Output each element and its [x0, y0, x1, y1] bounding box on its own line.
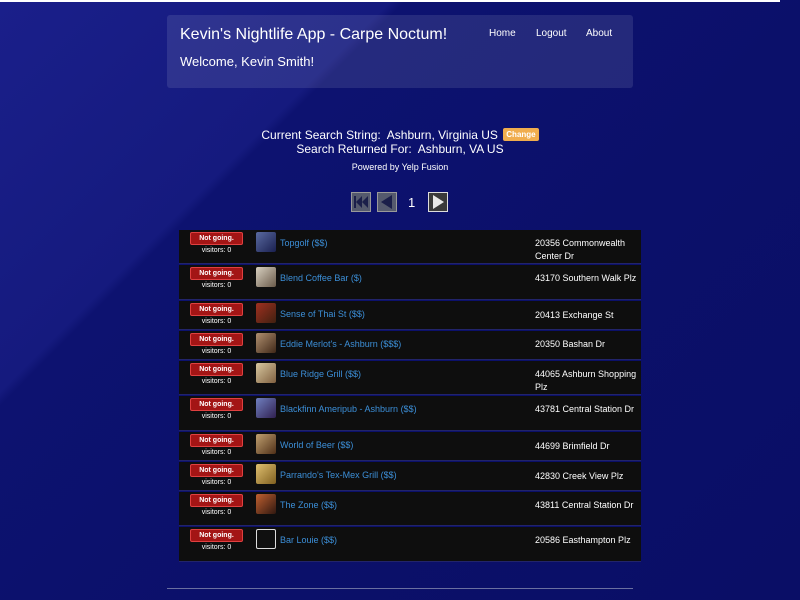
result-row: Not going. visitors: 0 Sense of Thai St …: [179, 301, 641, 330]
next-page-button[interactable]: [428, 192, 448, 212]
returned-search-label: Search Returned For:: [296, 142, 412, 156]
going-toggle-button[interactable]: Not going.: [190, 434, 243, 447]
nav-logout-link[interactable]: Logout: [536, 28, 567, 39]
venue-link[interactable]: Blend Coffee Bar ($): [280, 273, 362, 283]
going-toggle-button[interactable]: Not going.: [190, 363, 243, 376]
venue-thumbnail: [256, 333, 276, 353]
going-toggle-button[interactable]: Not going.: [190, 303, 243, 316]
venue-link[interactable]: Blue Ridge Grill ($$): [280, 369, 361, 379]
result-row: Not going. visitors: 0 Topgolf ($$) 2035…: [179, 230, 641, 264]
venue-thumbnail: [256, 434, 276, 454]
result-row: Not going. visitors: 0 Blackfinn Ameripu…: [179, 396, 641, 431]
visitor-count: visitors: 0: [201, 509, 232, 516]
first-page-icon: [354, 196, 368, 208]
current-search-label: Current Search String:: [261, 128, 381, 142]
venue-address: 20350 Bashan Dr: [535, 339, 606, 349]
venue-address: 44065 Ashburn Shopping Plz: [535, 369, 637, 392]
nav-home-link[interactable]: Home: [489, 28, 516, 39]
next-page-icon: [433, 195, 444, 209]
venue-link[interactable]: Topgolf ($$): [280, 238, 328, 248]
going-toggle-button[interactable]: Not going.: [190, 267, 243, 280]
venue-link[interactable]: Parrando's Tex-Mex Grill ($$): [280, 470, 397, 480]
venue-thumbnail: [256, 363, 276, 383]
result-row: Not going. visitors: 0 Blue Ridge Grill …: [179, 361, 641, 395]
current-search-line: Current Search String: Ashburn, Virginia…: [0, 128, 800, 142]
going-toggle-button[interactable]: Not going.: [190, 494, 243, 507]
venue-thumbnail: [256, 398, 276, 418]
result-row: Not going. visitors: 0 World of Beer ($$…: [179, 432, 641, 461]
venue-thumbnail: [256, 303, 276, 323]
venue-address: 43170 Southern Walk Plz: [535, 273, 637, 283]
footer-divider: [167, 588, 633, 589]
venue-thumbnail: [256, 494, 276, 514]
going-toggle-button[interactable]: Not going.: [190, 333, 243, 346]
visitor-count: visitors: 0: [201, 413, 232, 420]
venue-link[interactable]: Eddie Merlot's - Ashburn ($$$): [280, 339, 401, 349]
result-row: Not going. visitors: 0 The Zone ($$) 438…: [179, 492, 641, 526]
visitor-count: visitors: 0: [201, 479, 232, 486]
previous-page-icon: [381, 195, 392, 209]
venue-address: 20356 Commonwealth Center Dr: [535, 238, 626, 261]
previous-page-button[interactable]: [377, 192, 397, 212]
returned-search-value: Ashburn, VA US: [417, 142, 504, 156]
visitor-count: visitors: 0: [201, 378, 232, 385]
venue-link[interactable]: Blackfinn Ameripub - Ashburn ($$): [280, 404, 417, 414]
venue-address: 44699 Brimfield Dr: [535, 441, 610, 451]
venue-link[interactable]: The Zone ($$): [280, 500, 337, 510]
top-border: [0, 0, 780, 2]
visitor-count: visitors: 0: [201, 247, 232, 254]
going-toggle-button[interactable]: Not going.: [190, 529, 243, 542]
venue-address: 20413 Exchange St: [535, 310, 614, 320]
venue-thumbnail: [256, 267, 276, 287]
venue-address: 20586 Easthampton Plz: [535, 535, 631, 545]
visitor-count: visitors: 0: [201, 348, 232, 355]
result-row: Not going. visitors: 0 Parrando's Tex-Me…: [179, 462, 641, 491]
change-search-button[interactable]: Change: [503, 128, 539, 142]
result-row: Not going. visitors: 0 Eddie Merlot's - …: [179, 331, 641, 360]
visitor-count: visitors: 0: [201, 282, 232, 289]
going-toggle-button[interactable]: Not going.: [190, 464, 243, 477]
visitor-count: visitors: 0: [201, 318, 232, 325]
venue-address: 42830 Creek View Plz: [535, 471, 624, 481]
nav-about-link[interactable]: About: [586, 28, 612, 39]
welcome-message: Welcome, Kevin Smith!: [180, 54, 315, 69]
venue-thumbnail: [256, 464, 276, 484]
result-row: Not going. visitors: 0 Bar Louie ($$) 20…: [179, 527, 641, 562]
visitor-count: visitors: 0: [201, 544, 232, 551]
venue-thumbnail: [256, 232, 276, 252]
venue-address: 43781 Central Station Dr: [535, 404, 635, 414]
current-search-value: Ashburn, Virginia US: [386, 128, 498, 142]
result-row: Not going. visitors: 0 Blend Coffee Bar …: [179, 265, 641, 300]
venue-link[interactable]: World of Beer ($$): [280, 440, 353, 450]
venue-address: 43811 Central Station Dr: [535, 500, 634, 510]
visitor-count: visitors: 0: [201, 449, 232, 456]
first-page-button[interactable]: [351, 192, 371, 212]
venue-link[interactable]: Bar Louie ($$): [280, 535, 337, 545]
venue-thumbnail: [256, 529, 276, 549]
returned-search-line: Search Returned For: Ashburn, VA US: [0, 142, 800, 156]
going-toggle-button[interactable]: Not going.: [190, 232, 243, 245]
going-toggle-button[interactable]: Not going.: [190, 398, 243, 411]
current-page-number: 1: [408, 195, 416, 210]
powered-by-text: Powered by Yelp Fusion: [351, 162, 449, 172]
app-title: Kevin's Nightlife App - Carpe Noctum!: [180, 26, 448, 43]
app-header: Kevin's Nightlife App - Carpe Noctum! We…: [167, 15, 633, 88]
venue-link[interactable]: Sense of Thai St ($$): [280, 309, 365, 319]
